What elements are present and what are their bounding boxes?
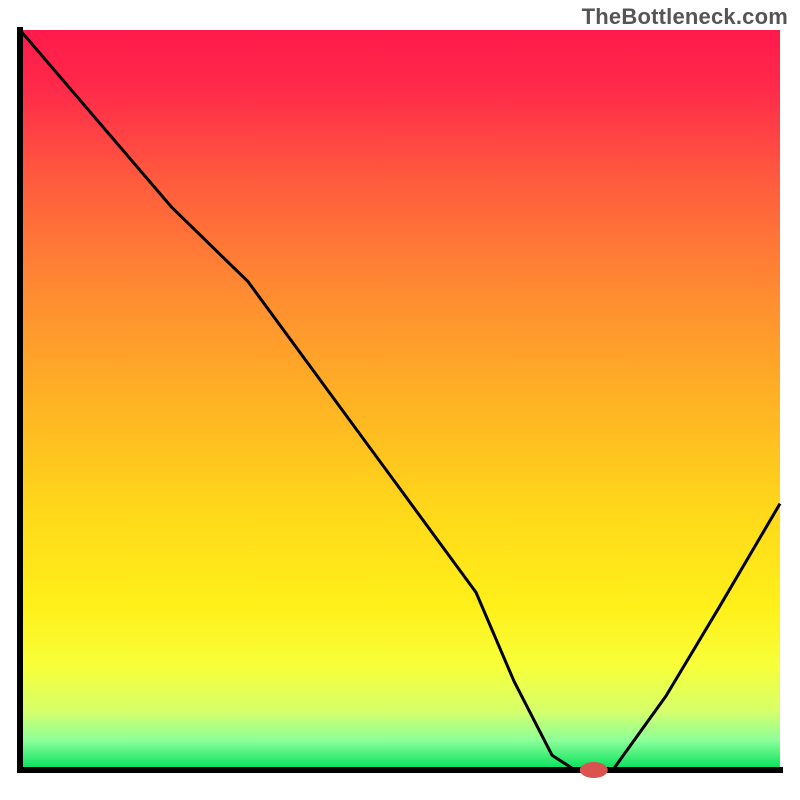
optimal-marker <box>580 762 608 778</box>
chart-background <box>20 30 780 770</box>
bottleneck-chart <box>0 0 800 800</box>
